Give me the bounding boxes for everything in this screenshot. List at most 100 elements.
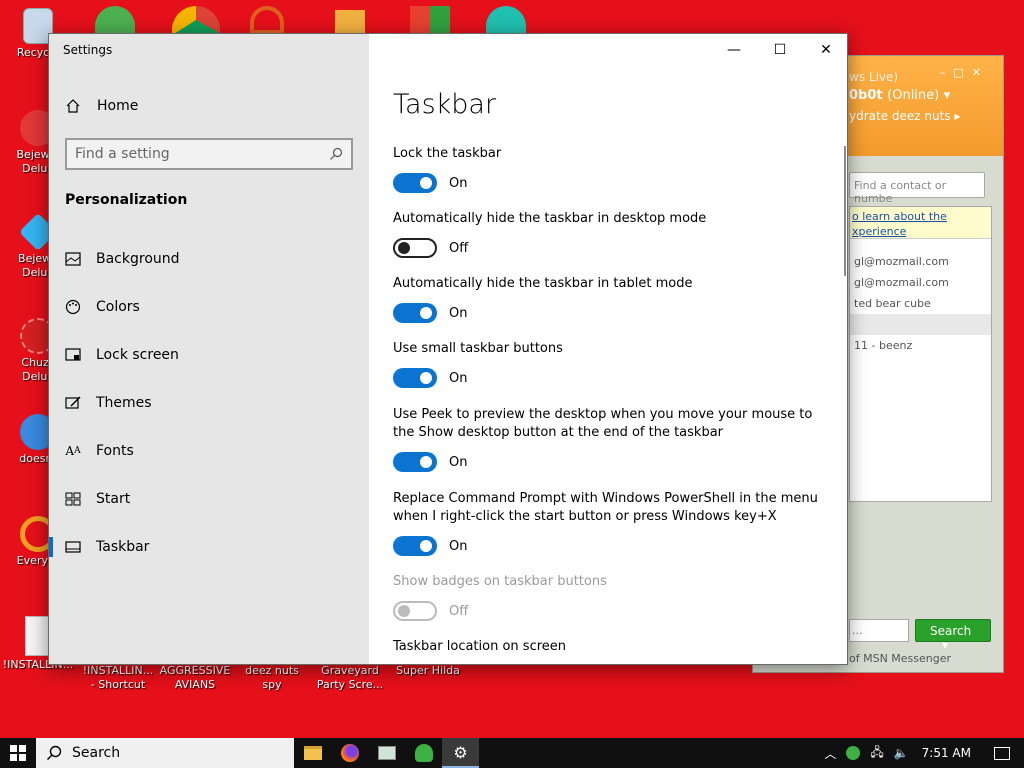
peek-toggle[interactable] — [393, 452, 437, 472]
minimize-icon: — — [727, 42, 741, 58]
remote-desktop-icon — [377, 746, 396, 760]
powershell-toggle[interactable] — [393, 536, 437, 556]
sidebar-item-themes[interactable]: Themes — [49, 383, 369, 423]
autohide-desktop-toggle[interactable] — [393, 238, 437, 258]
messenger-tray-icon[interactable] — [846, 746, 861, 760]
option-label: Show badges on taskbar buttons — [393, 574, 607, 589]
home-link[interactable]: Home — [65, 98, 138, 114]
desktop-icon-label: Graveyard Party Scre... — [316, 664, 384, 691]
messenger-personal-message[interactable]: ydrate deez nuts ▸ — [849, 109, 1003, 123]
sidebar-item-start[interactable]: Start — [49, 479, 369, 519]
messenger-search-field[interactable]: ... — [849, 619, 909, 642]
messenger-search-button[interactable]: Search ▾ — [915, 619, 991, 652]
search-icon — [330, 147, 343, 160]
contact-row[interactable]: ted bear cube — [850, 293, 991, 314]
toggle-state: Off — [449, 603, 469, 619]
start-grid-icon — [65, 491, 81, 507]
option-label: Replace Command Prompt with Windows Powe… — [393, 491, 818, 524]
minimize-button[interactable]: — — [711, 34, 757, 66]
close-button[interactable]: ✕ — [803, 34, 847, 66]
sidebar-item-fonts[interactable]: AA Fonts — [49, 431, 369, 471]
windows-logo-icon — [10, 745, 26, 761]
find-setting-input[interactable]: Find a setting — [65, 138, 353, 170]
window-controls: — ☐ ✕ — [711, 34, 847, 66]
taskbar-app-file-explorer[interactable] — [294, 738, 331, 768]
toggle-knob — [398, 242, 410, 254]
desktop-icon-aggressive-avians[interactable]: AGGRESSIVE AVIANS — [157, 664, 233, 692]
option-label: Automatically hide the taskbar in tablet… — [393, 276, 693, 291]
ad-line: o learn about the — [852, 210, 947, 223]
option-badges: Show badges on taskbar buttons Off — [393, 573, 833, 621]
brush-icon — [65, 395, 81, 411]
search-button-label: Search — [930, 624, 972, 638]
windows-taskbar: Search ⚙ ︿ 🖧 🔈 7:51 AM — [0, 738, 1024, 768]
option-label: Automatically hide the taskbar in deskto… — [393, 211, 707, 226]
contact-row[interactable]: 11 - beenz — [850, 335, 991, 356]
option-autohide-tablet: Automatically hide the taskbar in tablet… — [393, 275, 833, 323]
desktop-icon-deez-nuts-spy[interactable]: deez nuts spy — [234, 664, 310, 692]
taskbar-app-remote[interactable] — [368, 738, 405, 768]
system-tray: ︿ 🖧 🔈 7:51 AM — [819, 738, 1024, 768]
sidebar-item-label: Lock screen — [96, 347, 179, 363]
toggle-knob — [420, 177, 432, 189]
scrollbar[interactable] — [844, 146, 846, 276]
taskbar-app-settings[interactable]: ⚙ — [442, 738, 479, 768]
desktop-icon-installing-shortcut[interactable]: !INSTALLIN... - Shortcut — [80, 664, 156, 692]
network-icon[interactable]: 🖧 — [870, 743, 883, 764]
volume-icon[interactable]: 🔈 — [894, 746, 909, 760]
toggle-state: On — [449, 305, 468, 321]
sidebar-item-colors[interactable]: Colors — [49, 287, 369, 327]
settings-sidebar: Settings Home Find a setting Personaliza… — [49, 34, 369, 664]
desktop-icon-label: AGGRESSIVE AVIANS — [159, 664, 231, 691]
messenger-contact-list[interactable]: o learn about the xperience gl@mozmail.c… — [849, 206, 992, 502]
messenger-user[interactable]: 0b0t (Online) ▾ — [849, 88, 1003, 103]
contact-row-selected[interactable] — [850, 314, 991, 335]
sidebar-item-background[interactable]: Background — [49, 239, 369, 279]
maximize-button[interactable]: ☐ — [757, 34, 803, 66]
contact-row[interactable]: gl@mozmail.com — [850, 272, 991, 293]
toggle-knob — [420, 307, 432, 319]
toggle-knob — [420, 456, 432, 468]
taskbar-app-messenger[interactable] — [405, 738, 442, 768]
desktop-icon-top-app[interactable] — [250, 6, 284, 34]
taskbar-search[interactable]: Search — [36, 738, 294, 768]
font-icon: AA — [65, 444, 81, 458]
clock[interactable]: 7:51 AM — [922, 746, 971, 760]
desktop-icon-top-chrome[interactable] — [172, 6, 220, 34]
option-peek: Use Peek to preview the desktop when you… — [393, 406, 833, 472]
contact-row[interactable]: gl@mozmail.com — [850, 251, 991, 272]
messenger-window-controls[interactable]: –□✕ — [940, 66, 989, 79]
desktop-icon-top-people[interactable] — [95, 6, 135, 34]
picture-icon — [65, 251, 81, 267]
sidebar-item-taskbar[interactable]: Taskbar — [49, 527, 369, 567]
sidebar-item-label: Themes — [96, 395, 152, 411]
option-lock-taskbar: Lock the taskbar On — [393, 145, 833, 193]
section-title: Personalization — [65, 192, 188, 208]
option-label: Taskbar location on screen — [393, 639, 567, 654]
option-small-buttons: Use small taskbar buttons On — [393, 340, 833, 388]
messenger-contact-search[interactable]: Find a contact or numbe — [849, 172, 985, 205]
messenger-username: 0b0t — [849, 88, 883, 103]
settings-window[interactable]: Settings Home Find a setting Personaliza… — [48, 33, 848, 665]
home-label: Home — [97, 98, 139, 114]
option-powershell: Replace Command Prompt with Windows Powe… — [393, 490, 833, 556]
toggle-state: On — [449, 175, 468, 191]
desktop-icon-top-character[interactable] — [486, 6, 526, 34]
desktop-icon-graveyard[interactable]: Graveyard Party Scre... — [312, 664, 388, 692]
action-center-icon[interactable] — [994, 746, 1010, 760]
small-buttons-toggle[interactable] — [393, 368, 437, 388]
messenger-ad-link[interactable]: o learn about the xperience — [850, 207, 991, 239]
page-title: Taskbar — [393, 89, 497, 120]
start-button[interactable] — [0, 738, 36, 768]
chevron-up-icon[interactable]: ︿ — [824, 745, 836, 762]
search-label: Search — [72, 745, 121, 761]
autohide-tablet-toggle[interactable] — [393, 303, 437, 323]
personal-message-text: ydrate deez nuts — [849, 109, 951, 123]
desktop-icon-top-office[interactable] — [410, 6, 450, 34]
taskbar-app-firefox[interactable] — [331, 738, 368, 768]
desktop-icon-label: !INSTALLIN... - Shortcut — [82, 664, 154, 691]
desktop-icon-super-hilda[interactable]: Super Hilda — [390, 664, 466, 678]
sidebar-item-lock-screen[interactable]: Lock screen — [49, 335, 369, 375]
lock-taskbar-toggle[interactable] — [393, 173, 437, 193]
desktop-icon-top-package[interactable] — [335, 10, 365, 34]
